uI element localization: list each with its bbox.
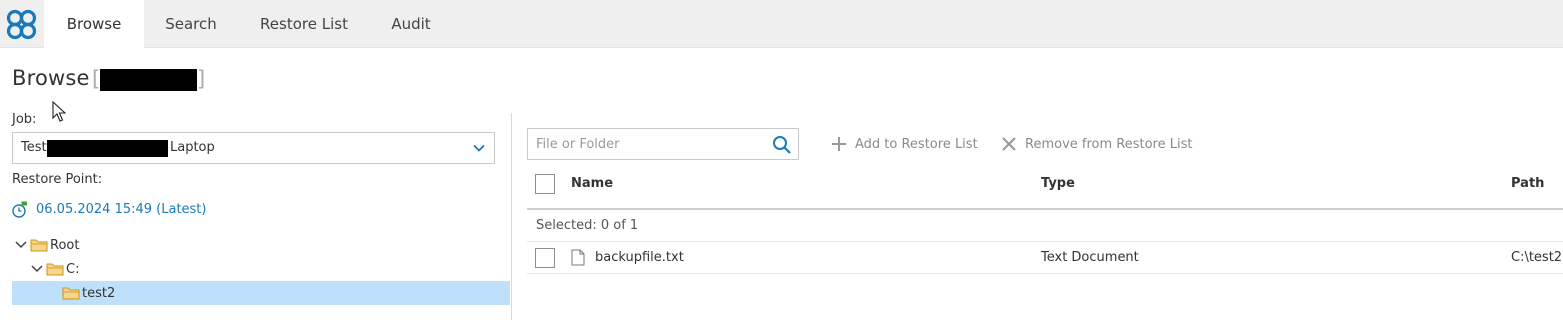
close-icon [1002, 137, 1016, 151]
tree-item-label: Root [50, 237, 80, 253]
tab-browse[interactable]: Browse [44, 0, 144, 48]
redacted-block [100, 69, 197, 91]
folder-icon [30, 239, 48, 252]
selection-count: Selected: 0 of 1 [536, 218, 639, 233]
plus-icon [832, 137, 846, 151]
chevron-down-icon[interactable] [14, 238, 28, 252]
search-box [527, 128, 799, 160]
remove-from-restore-list-button[interactable]: Remove from Restore List [1000, 135, 1192, 153]
clock-flag-icon [12, 201, 27, 218]
tree-item-label: C: [66, 261, 80, 277]
tab-search[interactable]: Search [154, 0, 228, 48]
column-header-path[interactable]: Path [1511, 176, 1544, 191]
cloud-nodes-logo-icon[interactable] [0, 0, 44, 47]
job-value-prefix: Test [21, 140, 47, 155]
job-label: Job: [12, 112, 37, 127]
title-bracket-open: [ [92, 67, 101, 91]
folder-icon [46, 263, 64, 276]
restore-point-selector[interactable]: 06.05.2024 15:49 (Latest) [12, 199, 206, 219]
job-value-suffix: Laptop [170, 140, 215, 155]
chevron-down-icon [473, 144, 485, 152]
restore-point-label: Restore Point: [12, 172, 103, 187]
tree-item-root[interactable]: Root [12, 233, 510, 257]
tree-item-label: test2 [82, 285, 116, 301]
top-nav-bar: Browse Search Restore List Audit [0, 0, 1563, 48]
panel-splitter[interactable] [511, 113, 512, 320]
redacted-block [47, 140, 168, 157]
column-header-type[interactable]: Type [1041, 176, 1075, 191]
search-input[interactable] [536, 135, 761, 154]
row-checkbox[interactable] [535, 248, 555, 268]
mouse-cursor-icon [52, 101, 66, 122]
file-icon [571, 249, 585, 266]
page-title: Browse [12, 66, 90, 90]
row-divider [527, 241, 1563, 242]
column-header-name[interactable]: Name [571, 176, 613, 191]
chevron-down-icon[interactable] [30, 262, 44, 276]
folder-icon [62, 287, 80, 300]
tree-item-c-drive[interactable]: C: [12, 257, 510, 281]
tree-item-test2[interactable]: test2 [12, 281, 510, 305]
select-all-checkbox[interactable] [535, 174, 555, 194]
job-select[interactable]: Test Laptop [12, 132, 495, 164]
file-path: C:\test2 [1511, 250, 1563, 265]
row-divider [527, 273, 1563, 274]
search-icon[interactable] [772, 135, 792, 155]
file-name[interactable]: backupfile.txt [595, 250, 684, 265]
table-header-divider [527, 208, 1563, 210]
tab-restore-list[interactable]: Restore List [252, 0, 356, 48]
restore-point-link[interactable]: 06.05.2024 15:49 (Latest) [36, 202, 206, 217]
file-type: Text Document [1041, 250, 1139, 265]
remove-from-restore-list-label: Remove from Restore List [1025, 136, 1193, 152]
add-to-restore-list-label: Add to Restore List [855, 136, 978, 152]
add-to-restore-list-button[interactable]: Add to Restore List [830, 135, 978, 153]
tab-audit[interactable]: Audit [380, 0, 442, 48]
title-bracket-close: ] [197, 67, 206, 91]
